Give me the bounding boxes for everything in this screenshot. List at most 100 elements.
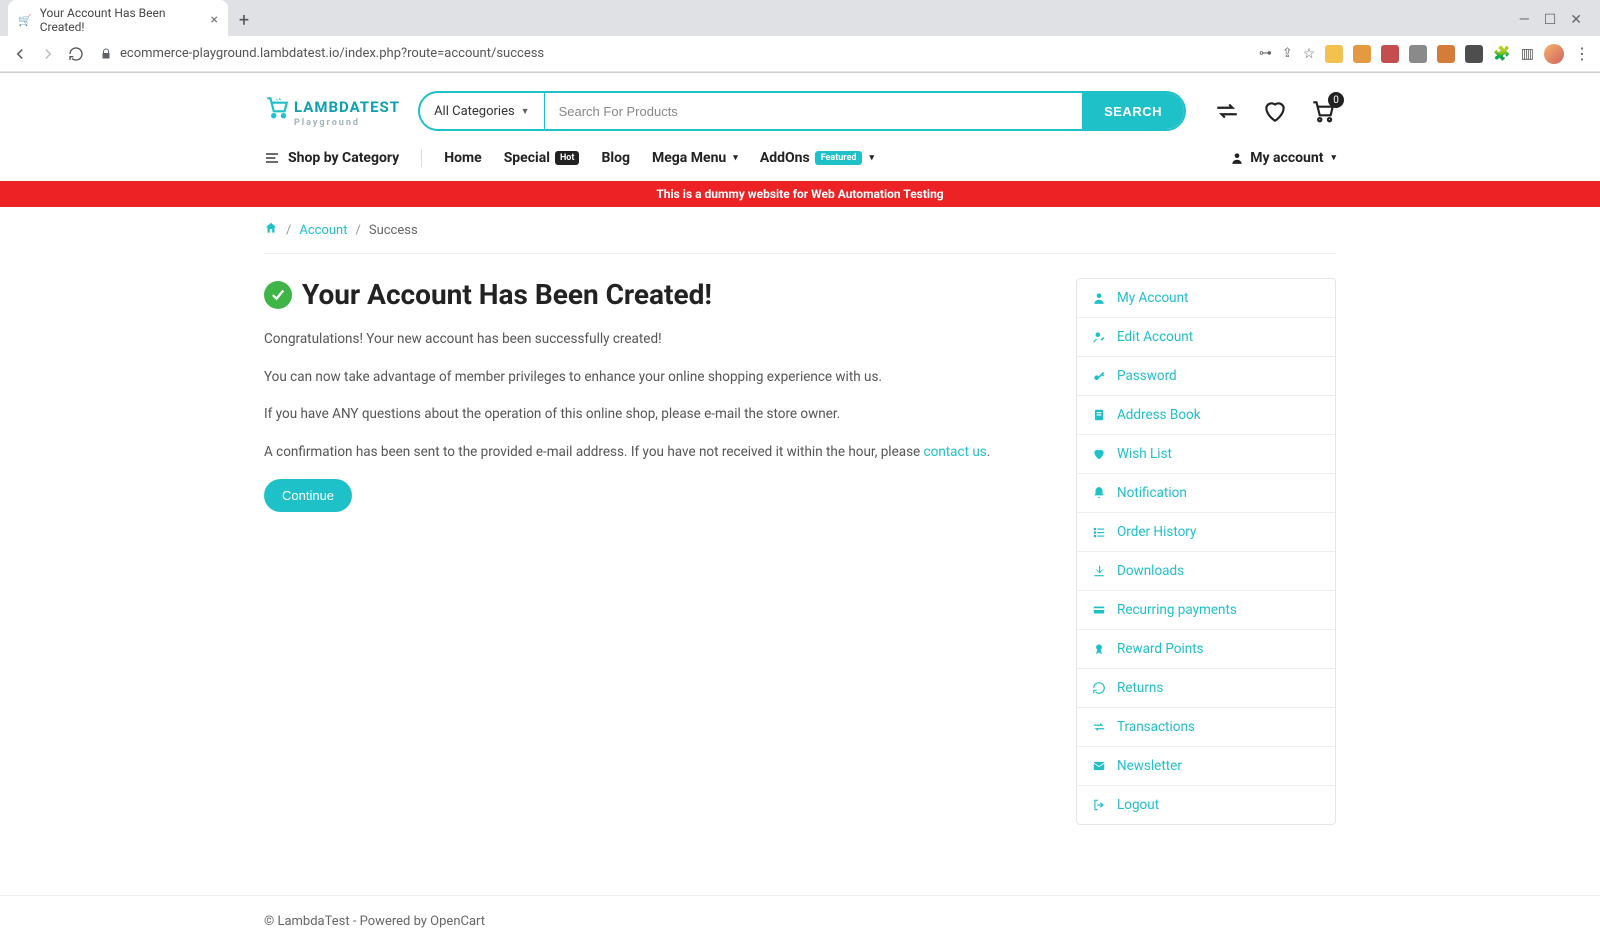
address-bar-row: ecommerce-playground.lambdatest.io/index…: [0, 36, 1600, 72]
breadcrumb-separator: /: [286, 223, 291, 238]
lock-icon: [100, 48, 112, 60]
sidebar-item-transactions[interactable]: Transactions: [1077, 708, 1335, 747]
user-edit-icon: [1091, 329, 1107, 345]
sidebar-item-my-account[interactable]: My Account: [1077, 279, 1335, 318]
main-nav: Shop by Category Home Special Hot Blog M…: [264, 141, 1336, 181]
nav-addons[interactable]: AddOns Featured ▾: [760, 150, 874, 166]
bookmark-star-icon[interactable]: ☆: [1303, 46, 1316, 62]
sidebar-item-order-history[interactable]: Order History: [1077, 513, 1335, 552]
extension-icon-2[interactable]: [1353, 45, 1371, 63]
mail-icon: [1091, 758, 1107, 774]
contact-us-link[interactable]: contact us: [924, 444, 987, 460]
key-icon[interactable]: ⊶: [1259, 46, 1272, 61]
nav-home[interactable]: Home: [444, 150, 481, 166]
sidebar-item-notification[interactable]: Notification: [1077, 474, 1335, 513]
sidebar-item-reward-points[interactable]: Reward Points: [1077, 630, 1335, 669]
extensions-puzzle-icon[interactable]: 🧩: [1493, 46, 1510, 62]
sidebar-item-newsletter[interactable]: Newsletter: [1077, 747, 1335, 786]
browser-toolbar-icons: ⊶ ⇪ ☆ 🧩 ▥ ⋮: [1259, 44, 1590, 64]
nav-special[interactable]: Special Hot: [504, 150, 580, 166]
extension-icon-6[interactable]: [1465, 45, 1483, 63]
hot-badge: Hot: [555, 151, 579, 165]
tab-close-icon[interactable]: ×: [211, 12, 218, 28]
browser-menu-icon[interactable]: ⋮: [1574, 44, 1590, 63]
undo-icon: [1091, 680, 1107, 696]
sidebar-item-address-book[interactable]: Address Book: [1077, 396, 1335, 435]
browser-back-icon[interactable]: [10, 44, 30, 64]
search-button[interactable]: SEARCH: [1082, 93, 1184, 129]
credit-card-icon: [1091, 602, 1107, 618]
compare-icon[interactable]: [1214, 98, 1240, 124]
window-maximize-icon[interactable]: ☐: [1544, 12, 1557, 28]
browser-chrome: 🛒 Your Account Has Been Created! × + — ☐…: [0, 0, 1600, 73]
new-tab-button[interactable]: +: [232, 8, 256, 32]
nav-mega-menu[interactable]: Mega Menu ▾: [652, 150, 738, 166]
breadcrumb-current: Success: [369, 223, 418, 238]
window-minimize-icon[interactable]: —: [1519, 12, 1530, 28]
exchange-icon: [1091, 719, 1107, 735]
extension-icon-1[interactable]: [1325, 45, 1343, 63]
search-bar: All Categories ▼ SEARCH: [418, 91, 1186, 131]
cart-count-badge: 0: [1328, 92, 1344, 108]
tab-favicon-icon: 🛒: [18, 13, 32, 27]
header-action-icons: 0: [1214, 98, 1336, 124]
url-bar[interactable]: ecommerce-playground.lambdatest.io/index…: [94, 46, 1251, 61]
extension-icon-3[interactable]: [1381, 45, 1399, 63]
sidebar-item-logout[interactable]: Logout: [1077, 786, 1335, 824]
category-select[interactable]: All Categories ▼: [420, 93, 545, 129]
logo-cart-icon: [264, 94, 290, 120]
breadcrumb-home[interactable]: [264, 221, 278, 239]
category-label: All Categories: [434, 104, 515, 119]
chevron-down-icon: ▾: [869, 153, 874, 163]
browser-forward-icon[interactable]: [38, 44, 58, 64]
profile-avatar[interactable]: [1544, 44, 1564, 64]
content-column: Your Account Has Been Created! Congratul…: [264, 278, 1052, 825]
sidebar-item-returns[interactable]: Returns: [1077, 669, 1335, 708]
panel-icon[interactable]: ▥: [1521, 46, 1534, 62]
wishlist-heart-icon[interactable]: [1262, 98, 1288, 124]
list-icon: [1091, 524, 1107, 540]
logo-subtext: Playground: [294, 118, 400, 128]
logout-icon: [1091, 797, 1107, 813]
logo-text: LAMBDATEST: [294, 98, 400, 116]
nav-my-account[interactable]: My account ▾: [1230, 150, 1336, 166]
account-sidebar: My Account Edit Account Password Address…: [1076, 278, 1336, 825]
extension-icon-5[interactable]: [1437, 45, 1455, 63]
window-controls: — ☐ ✕: [1519, 12, 1592, 28]
user-icon: [1230, 151, 1244, 165]
paragraph-1: Congratulations! Your new account has be…: [264, 329, 1052, 351]
continue-button[interactable]: Continue: [264, 479, 352, 512]
sidebar-item-recurring[interactable]: Recurring payments: [1077, 591, 1335, 630]
address-book-icon: [1091, 407, 1107, 423]
search-input[interactable]: [545, 93, 1083, 129]
featured-badge: Featured: [815, 151, 863, 165]
bell-icon: [1091, 485, 1107, 501]
sidebar-item-downloads[interactable]: Downloads: [1077, 552, 1335, 591]
check-circle-icon: [264, 281, 292, 309]
breadcrumb: / Account / Success: [264, 207, 1336, 254]
url-text: ecommerce-playground.lambdatest.io/index…: [120, 46, 544, 61]
nav-blog[interactable]: Blog: [601, 150, 630, 166]
sidebar-item-edit-account[interactable]: Edit Account: [1077, 318, 1335, 357]
breadcrumb-account[interactable]: Account: [299, 223, 347, 238]
browser-reload-icon[interactable]: [66, 44, 86, 64]
cart-icon[interactable]: 0: [1310, 98, 1336, 124]
menu-icon: [264, 150, 280, 166]
browser-tab[interactable]: 🛒 Your Account Has Been Created! ×: [8, 0, 228, 40]
shop-by-category[interactable]: Shop by Category: [264, 150, 399, 166]
site-logo[interactable]: LAMBDATEST Playground: [264, 94, 400, 128]
promo-banner: This is a dummy website for Web Automati…: [0, 181, 1600, 207]
sidebar-item-wish-list[interactable]: Wish List: [1077, 435, 1335, 474]
award-icon: [1091, 641, 1107, 657]
window-close-icon[interactable]: ✕: [1570, 12, 1582, 28]
site-header: LAMBDATEST Playground All Categories ▼ S…: [264, 73, 1336, 141]
sidebar-item-password[interactable]: Password: [1077, 357, 1335, 396]
chevron-down-icon: ▾: [1331, 153, 1336, 163]
share-icon[interactable]: ⇪: [1282, 46, 1293, 61]
key-icon: [1091, 368, 1107, 384]
chevron-down-icon: ▼: [521, 106, 530, 117]
page-title: Your Account Has Been Created!: [302, 278, 712, 311]
tab-title: Your Account Has Been Created!: [40, 6, 203, 34]
main-content-area: Your Account Has Been Created! Congratul…: [264, 254, 1336, 865]
extension-icon-4[interactable]: [1409, 45, 1427, 63]
